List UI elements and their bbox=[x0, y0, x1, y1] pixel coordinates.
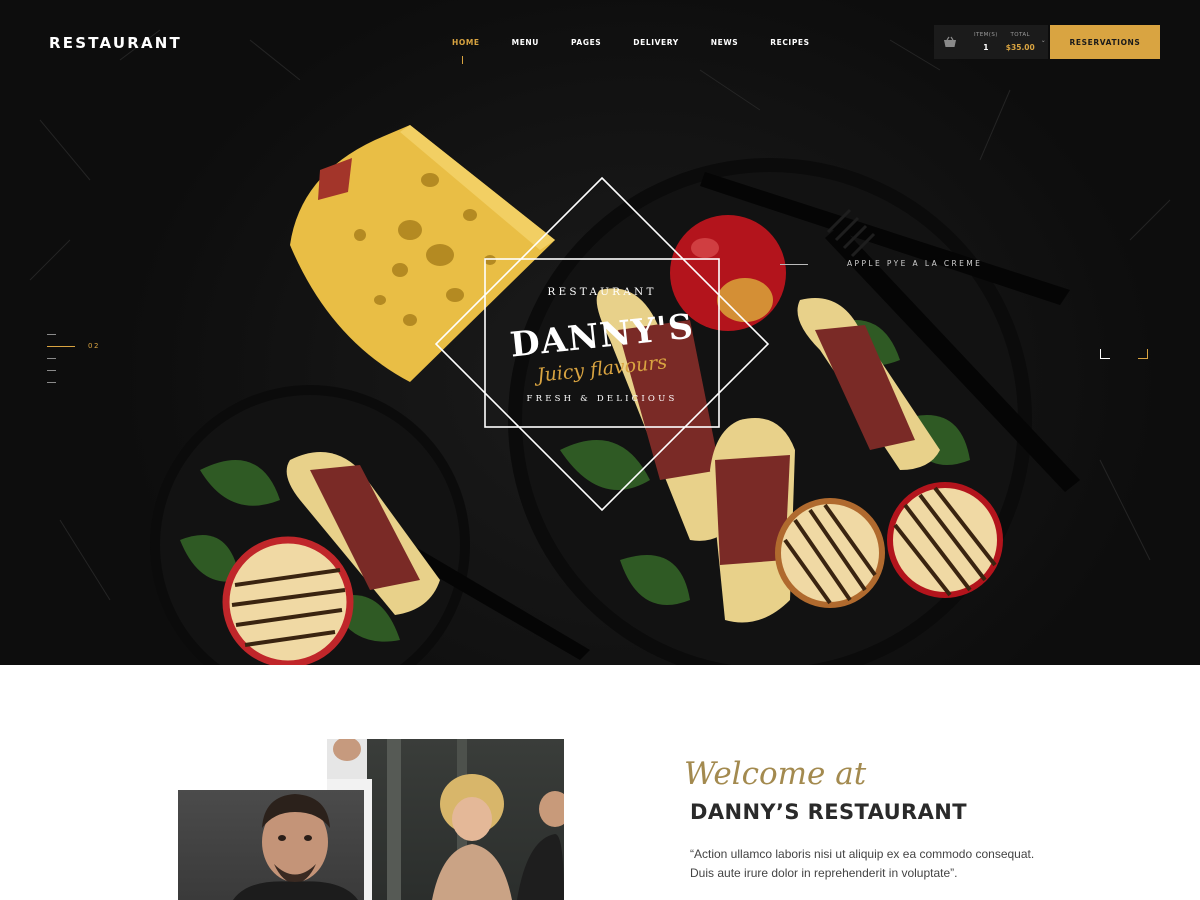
nav-item-home[interactable]: HOME bbox=[452, 38, 480, 64]
slide-caption: APPLE PYE A LA CREME bbox=[847, 259, 983, 268]
nav-item-pages[interactable]: PAGES bbox=[571, 38, 601, 47]
badge-top-text: RESTAURANT bbox=[547, 286, 657, 298]
cart-items-label: ITEM(S) bbox=[974, 32, 998, 38]
next-slide-arrow-icon[interactable] bbox=[1138, 349, 1148, 359]
basket-icon[interactable] bbox=[934, 25, 966, 59]
chevron-down-icon[interactable]: ⌄ bbox=[1041, 37, 1046, 44]
hero-badge: RESTAURANT DANNY'S Juicy flavours FRESH … bbox=[430, 172, 774, 516]
main-nav: HOME MENU PAGES DELIVERY NEWS RECIPES bbox=[452, 38, 842, 64]
nav-item-news[interactable]: NEWS bbox=[711, 38, 738, 47]
slide-indicators: 02 bbox=[47, 334, 98, 394]
chef-portrait bbox=[178, 790, 364, 900]
slide-dot[interactable] bbox=[47, 358, 56, 359]
cart-total-value: $35.00 bbox=[1005, 43, 1035, 52]
badge-bottom-text: FRESH & DELICIOUS bbox=[526, 394, 678, 404]
slide-dot[interactable] bbox=[47, 334, 56, 335]
welcome-quote: “Action ullamco laboris nisi ut aliquip … bbox=[690, 847, 1035, 880]
slide-dot-active[interactable] bbox=[47, 346, 75, 347]
slide-dot[interactable] bbox=[47, 382, 56, 383]
cart-items: ITEM(S) 1 bbox=[974, 32, 998, 52]
reservations-button[interactable]: RESERVATIONS bbox=[1050, 25, 1160, 59]
slide-dot[interactable] bbox=[47, 370, 56, 371]
cart-total: TOTAL $35.00 bbox=[1006, 32, 1035, 52]
nav-item-delivery[interactable]: DELIVERY bbox=[633, 38, 678, 47]
slide-number: 02 bbox=[88, 342, 100, 350]
welcome-script-heading: Welcome at bbox=[684, 756, 867, 792]
chef-portrait-art bbox=[233, 794, 358, 900]
cart-total-label: TOTAL bbox=[1010, 32, 1030, 38]
nav-item-menu[interactable]: MENU bbox=[512, 38, 539, 47]
nav-item-recipes[interactable]: RECIPES bbox=[770, 38, 809, 47]
welcome-title: DANNY’S RESTAURANT bbox=[690, 800, 967, 824]
prev-slide-arrow-icon[interactable] bbox=[1100, 349, 1110, 359]
site-logo[interactable]: RESTAURANT bbox=[49, 34, 182, 52]
caption-divider bbox=[780, 264, 808, 265]
cart-widget[interactable]: ITEM(S) 1 TOTAL $35.00 ⌄ bbox=[934, 25, 1048, 59]
cart-items-count: 1 bbox=[983, 43, 989, 52]
hero-slider: RESTAURANT HOME MENU PAGES DELIVERY NEWS… bbox=[0, 0, 1200, 665]
